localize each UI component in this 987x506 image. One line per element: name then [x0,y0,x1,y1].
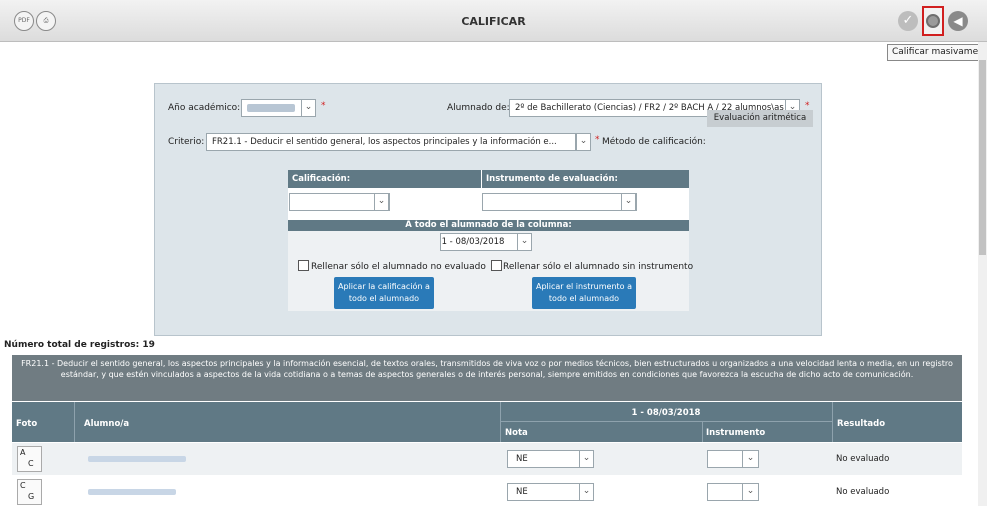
top-bar: PDF ⎙ CALIFICAR ✓ ◀ [0,0,987,42]
column-divider [74,402,75,442]
student-photo: A C [17,446,42,472]
photo-initial: C [20,481,26,490]
date-select[interactable]: 1 - 08/03/2018 [440,233,518,251]
apply-grade-label: todo el alumnado [348,294,420,303]
grade-header: Calificación: [288,170,481,188]
fill-unassessed-checkbox[interactable] [298,260,309,271]
grade-select[interactable]: NE [507,483,589,501]
chevron-down-icon[interactable]: ⌄ [579,483,594,501]
instrument-select[interactable] [482,193,637,211]
fill-no-instrument-label: Rellenar sólo el alumnado sin instrument… [503,262,694,272]
required-mark: * [321,101,326,111]
photo-initial: G [28,492,35,501]
result-value: No evaluado [836,487,890,497]
filter-panel: Año académico: ⌄ * Alumnado de: 2º de Ba… [154,83,822,336]
vertical-scrollbar[interactable] [978,42,987,506]
fill-unassessed-label: Rellenar sólo el alumnado no evaluado [311,262,486,272]
photo-initial: C [28,459,34,468]
table-header: Foto Alumno/a 1 - 08/03/2018 Nota Instru… [12,402,962,442]
chevron-down-icon[interactable]: ⌄ [742,483,759,501]
chevron-down-icon[interactable]: ⌄ [742,450,759,468]
criterion-label: Criterio: [168,137,205,147]
student-photo: C G [17,479,42,505]
criterion-select[interactable]: FR21.1 - Deducir el sentido general, los… [206,133,576,151]
chevron-down-icon[interactable]: ⌄ [576,133,591,151]
header-divider [500,421,832,422]
method-value: Evaluación aritmética [707,110,813,127]
student-name[interactable] [88,489,176,495]
apply-instrument-label: Aplicar el instrumento a [535,282,633,291]
column-divider [702,422,703,442]
page-title: CALIFICAR [461,15,526,28]
grade-select[interactable]: NE [507,450,589,468]
mass-grade-box: Calificación: Instrumento de evaluación:… [288,170,693,311]
instrument-column-header: Instrumento [706,428,766,438]
student-column-header[interactable]: Alumno/a [84,419,129,429]
tooltip: Calificar masivamente [887,44,987,61]
chevron-down-icon[interactable]: ⌄ [301,99,316,117]
student-name[interactable] [88,456,186,462]
table-row: C G NE ⌄ ⌄ No evaluado [12,476,962,506]
year-select[interactable] [241,99,302,117]
apply-instrument-button[interactable]: Aplicar el instrumento a todo el alumnad… [532,277,636,309]
check-icon[interactable]: ✓ [898,11,918,31]
chevron-down-icon[interactable]: ⌄ [621,193,636,211]
photo-initial: A [20,448,26,457]
required-mark: * [595,135,600,145]
mass-grade-icon [926,14,940,28]
photo-column-header: Foto [16,419,38,429]
result-value: No evaluado [836,454,890,464]
fill-no-instrument-checkbox[interactable] [491,260,502,271]
chevron-down-icon[interactable]: ⌄ [374,193,389,211]
back-arrow-icon[interactable]: ◀ [948,11,968,31]
instrument-header: Instrumento de evaluación: [482,170,689,188]
result-column-header: Resultado [837,419,886,429]
year-label: Año académico: [168,103,241,113]
method-label: Método de calificación: [602,137,706,147]
scrollbar-thumb[interactable] [979,60,986,255]
apply-grade-button[interactable]: Aplicar la calificación a todo el alumna… [334,277,434,309]
mass-grade-button[interactable] [922,6,944,36]
apply-instrument-label: todo el alumnado [548,294,620,303]
apply-grade-label: Aplicar la calificación a [338,282,430,291]
grade-column-header: Nota [505,428,528,438]
year-value [247,103,295,112]
group-label: Alumnado de: [447,103,510,113]
column-divider [832,402,833,442]
chevron-down-icon[interactable]: ⌄ [517,233,532,251]
chevron-down-icon[interactable]: ⌄ [579,450,594,468]
session-column-header: 1 - 08/03/2018 [631,408,701,418]
criterion-banner: FR21.1 - Deducir el sentido general, los… [12,355,962,401]
all-students-header: A todo el alumnado de la columna: [288,220,689,231]
record-count: Número total de registros: 19 [4,340,155,350]
table-row: A C NE ⌄ ⌄ No evaluado [12,443,962,475]
